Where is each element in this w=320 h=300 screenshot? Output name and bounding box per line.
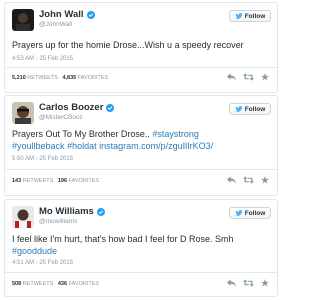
display-name[interactable]: John Wall bbox=[39, 9, 84, 20]
tweet-actions bbox=[227, 176, 269, 184]
retweet-count[interactable]: 143 bbox=[12, 178, 21, 184]
favorites-label: FAVORITES bbox=[68, 281, 100, 287]
user-handle[interactable]: @MisterCBooz bbox=[39, 114, 114, 121]
favorite-icon[interactable] bbox=[261, 279, 269, 287]
tweet-actions bbox=[227, 73, 269, 81]
retweets-label: RETWEETS bbox=[22, 178, 54, 184]
instagram-link[interactable]: instagram.com/p/zguIlIrKO3/ bbox=[99, 141, 213, 151]
hashtag-link[interactable]: #holdat bbox=[67, 141, 97, 151]
tweet-text: I feel like I'm hurt, that's how bad I f… bbox=[12, 233, 271, 257]
twitter-bird-icon bbox=[235, 106, 243, 112]
retweets-label: RETWEETS bbox=[22, 281, 54, 287]
retweets-label: RETWEETS bbox=[27, 75, 58, 81]
tweet-text-main: Prayers Out To My Brother Drose.. bbox=[12, 129, 150, 139]
tweet-text: Prayers up for the homie Drose...Wish u … bbox=[12, 40, 244, 50]
favorite-icon[interactable] bbox=[261, 73, 269, 81]
favorite-count[interactable]: 436 bbox=[58, 281, 67, 287]
follow-label: Follow bbox=[244, 209, 266, 217]
verified-icon bbox=[86, 10, 95, 19]
tweet-actions bbox=[227, 279, 269, 287]
avatar[interactable] bbox=[12, 9, 34, 31]
display-name[interactable]: Mo Williams bbox=[39, 206, 94, 217]
twitter-bird-icon bbox=[235, 13, 243, 19]
retweet-count[interactable]: 508 bbox=[12, 281, 21, 287]
tweet-text-main: I feel like I'm hurt, that's how bad I f… bbox=[12, 234, 234, 244]
favorites-label: FAVORITES bbox=[77, 75, 109, 81]
user-handle[interactable]: @JohnWall bbox=[39, 21, 95, 28]
divider bbox=[5, 169, 277, 170]
tweet-timestamp[interactable]: 5:50 AM - 25 Feb 2015 bbox=[12, 156, 73, 162]
follow-button[interactable]: Follow bbox=[229, 103, 271, 115]
favorite-count[interactable]: 196 bbox=[58, 178, 67, 184]
display-name[interactable]: Carlos Boozer bbox=[39, 102, 103, 113]
avatar[interactable] bbox=[12, 102, 34, 124]
tweet-card: Carlos Boozer @MisterCBooz Follow Prayer… bbox=[4, 95, 278, 196]
follow-label: Follow bbox=[244, 12, 266, 20]
retweet-icon[interactable] bbox=[243, 279, 254, 287]
tweet-stats: 5,210 RETWEETS 4,835 FAVORITES bbox=[12, 75, 108, 81]
reply-icon[interactable] bbox=[227, 73, 236, 81]
follow-label: Follow bbox=[244, 105, 266, 113]
tweet-timestamp[interactable]: 4:53 AM - 25 Feb 2015 bbox=[12, 56, 73, 62]
tweet-text: Prayers Out To My Brother Drose.. #stays… bbox=[12, 128, 271, 152]
divider bbox=[5, 272, 277, 273]
hashtag-link[interactable]: #youllbeback bbox=[12, 141, 65, 151]
twitter-bird-icon bbox=[235, 210, 243, 216]
verified-icon bbox=[96, 207, 105, 216]
tweet-stats: 143 RETWEETS 196 FAVORITES bbox=[12, 178, 99, 184]
tweet-card: Mo Williams @mowilliams Follow I feel li… bbox=[4, 199, 278, 297]
divider bbox=[5, 67, 277, 68]
hashtag-link[interactable]: #gooddude bbox=[12, 246, 57, 256]
tweet-timestamp[interactable]: 4:51 AM - 25 Feb 2015 bbox=[12, 260, 73, 266]
reply-icon[interactable] bbox=[227, 176, 236, 184]
tweet-feed: John Wall @JohnWall Follow Prayers up fo… bbox=[0, 0, 284, 300]
reply-icon[interactable] bbox=[227, 279, 236, 287]
user-handle[interactable]: @mowilliams bbox=[39, 218, 105, 225]
tweet-card: John Wall @JohnWall Follow Prayers up fo… bbox=[4, 2, 278, 93]
favorite-icon[interactable] bbox=[261, 176, 269, 184]
avatar[interactable] bbox=[12, 206, 34, 228]
retweet-count[interactable]: 5,210 bbox=[12, 75, 26, 81]
retweet-icon[interactable] bbox=[243, 73, 254, 81]
follow-button[interactable]: Follow bbox=[229, 207, 271, 219]
verified-icon bbox=[106, 103, 115, 112]
favorites-label: FAVORITES bbox=[68, 178, 100, 184]
favorite-count[interactable]: 4,835 bbox=[62, 75, 76, 81]
retweet-icon[interactable] bbox=[243, 176, 254, 184]
tweet-stats: 508 RETWEETS 436 FAVORITES bbox=[12, 281, 99, 287]
hashtag-link[interactable]: #staystrong bbox=[152, 129, 199, 139]
follow-button[interactable]: Follow bbox=[229, 10, 271, 22]
